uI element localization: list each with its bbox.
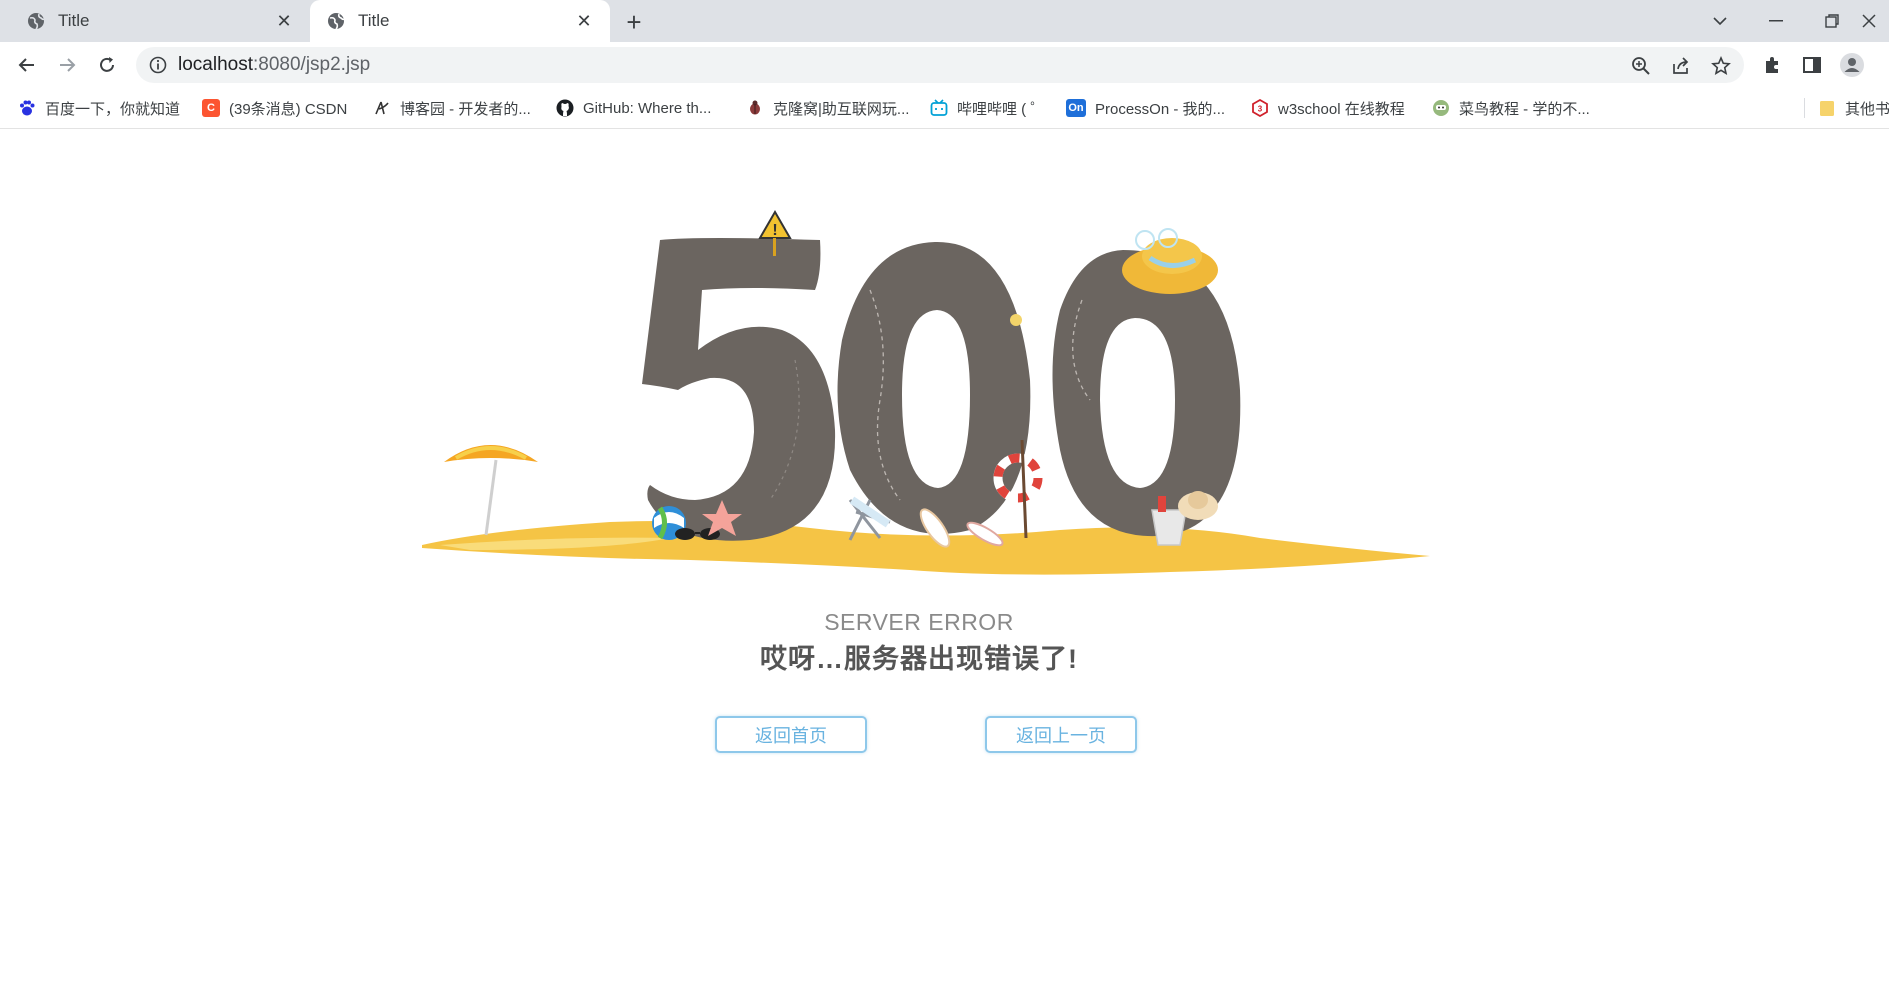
straw-hat-icon: [1122, 228, 1218, 294]
restore-icon[interactable]: [1812, 6, 1852, 36]
bookmark-label: 菜鸟教程 - 学的不...: [1459, 100, 1590, 118]
bookmarks-divider: [1804, 98, 1805, 118]
bookmark-w3school[interactable]: 3 w3school 在线教程: [1251, 97, 1405, 119]
folder-icon: [1818, 99, 1836, 117]
bookmark-processon[interactable]: On ProcessOn - 我的...: [1066, 97, 1225, 119]
bookmark-label: 博客园 - 开发者的...: [400, 100, 531, 118]
profile-avatar-icon[interactable]: [1840, 53, 1864, 77]
server-error-title: SERVER ERROR: [824, 609, 1014, 635]
error-500-illustration: !: [410, 200, 1440, 600]
site-info-icon[interactable]: [148, 55, 168, 75]
github-icon: [556, 99, 574, 117]
bookmarks-bar: 百度一下，你就知道 C (39条消息) CSDN 博客园 - 开发者的... G…: [0, 88, 1889, 129]
bookmark-runoob[interactable]: 菜鸟教程 - 学的不...: [1432, 97, 1590, 119]
url-host: localhost: [178, 54, 253, 75]
bookmark-label: ProcessOn - 我的...: [1095, 100, 1226, 118]
bookmark-kelongwo[interactable]: 克隆窝|助互联网玩...: [746, 97, 909, 119]
bookmark-cnblogs[interactable]: 博客园 - 开发者的...: [373, 97, 531, 119]
close-window-icon[interactable]: [1862, 6, 1889, 36]
bilibili-tv-icon: [930, 99, 948, 117]
browser-toolbar: localhost:8080/jsp2.jsp: [0, 42, 1889, 88]
runoob-icon: [1432, 99, 1450, 117]
baidu-paw-icon: [18, 99, 36, 117]
reload-icon[interactable]: [92, 50, 122, 80]
bug-icon: [746, 99, 764, 117]
digit-0-right-shape: [1052, 250, 1241, 537]
bookmark-label: 百度一下，你就知道: [45, 100, 181, 118]
w3school-icon: 3: [1251, 99, 1269, 117]
go-back-button[interactable]: 返回上一页: [985, 716, 1137, 753]
processon-icon: On: [1066, 99, 1086, 117]
bookmark-label: 哔哩哔哩 ( ゜: [957, 100, 1046, 118]
zoom-icon[interactable]: [1630, 55, 1652, 77]
tab-title: Title: [358, 11, 390, 30]
digit-5-shape: [642, 238, 836, 541]
cnblogs-icon: [373, 99, 391, 117]
bookmark-star-icon[interactable]: [1710, 55, 1732, 77]
bookmark-other-folder[interactable]: 其他书: [1818, 97, 1889, 119]
bookmark-label: 其他书: [1845, 100, 1889, 118]
bookmark-csdn[interactable]: C (39条消息) CSDN: [202, 97, 347, 119]
url-text[interactable]: localhost:8080/jsp2.jsp: [178, 47, 370, 83]
tab-title: Title: [58, 11, 90, 30]
bookmark-bilibili[interactable]: 哔哩哔哩 ( ゜: [930, 97, 1045, 119]
csdn-icon: C: [202, 99, 220, 117]
globe-icon: [326, 11, 346, 31]
new-tab-button[interactable]: +: [620, 7, 648, 37]
tab-strip: Title ✕ Title ✕ +: [0, 0, 1889, 42]
side-panel-icon[interactable]: [1800, 53, 1824, 77]
bookmark-label: w3school 在线教程: [1278, 100, 1405, 118]
back-to-home-button[interactable]: 返回首页: [715, 716, 867, 753]
bookmark-label: GitHub: Where th...: [583, 99, 712, 117]
decor-star-icon: [1010, 314, 1022, 326]
beach-umbrella-icon: [444, 445, 538, 536]
back-icon[interactable]: [12, 50, 42, 80]
svg-text:3: 3: [1258, 105, 1263, 114]
svg-text:!: !: [772, 222, 777, 239]
close-tab-icon[interactable]: ✕: [274, 11, 294, 31]
share-icon[interactable]: [1670, 55, 1692, 77]
minimize-icon[interactable]: [1756, 6, 1796, 36]
tab-2[interactable]: Title ✕: [310, 0, 610, 42]
bookmark-label: 克隆窝|助互联网玩...: [773, 100, 910, 118]
bookmark-label: (39条消息) CSDN: [229, 100, 348, 118]
extensions-icon[interactable]: [1760, 53, 1784, 77]
forward-icon[interactable]: [52, 50, 82, 80]
bookmark-baidu[interactable]: 百度一下，你就知道: [18, 97, 180, 119]
tab-search-icon[interactable]: [1700, 6, 1740, 36]
address-bar[interactable]: localhost:8080/jsp2.jsp: [136, 47, 1744, 83]
url-path: :8080/jsp2.jsp: [253, 54, 371, 75]
globe-icon: [26, 11, 46, 31]
tab-1[interactable]: Title ✕: [10, 0, 310, 42]
close-tab-icon[interactable]: ✕: [574, 11, 594, 31]
server-error-message: 哎呀…服务器出现错误了!: [760, 644, 1078, 674]
bookmark-github[interactable]: GitHub: Where th...: [556, 97, 711, 119]
illustration-svg: !: [422, 209, 1430, 575]
